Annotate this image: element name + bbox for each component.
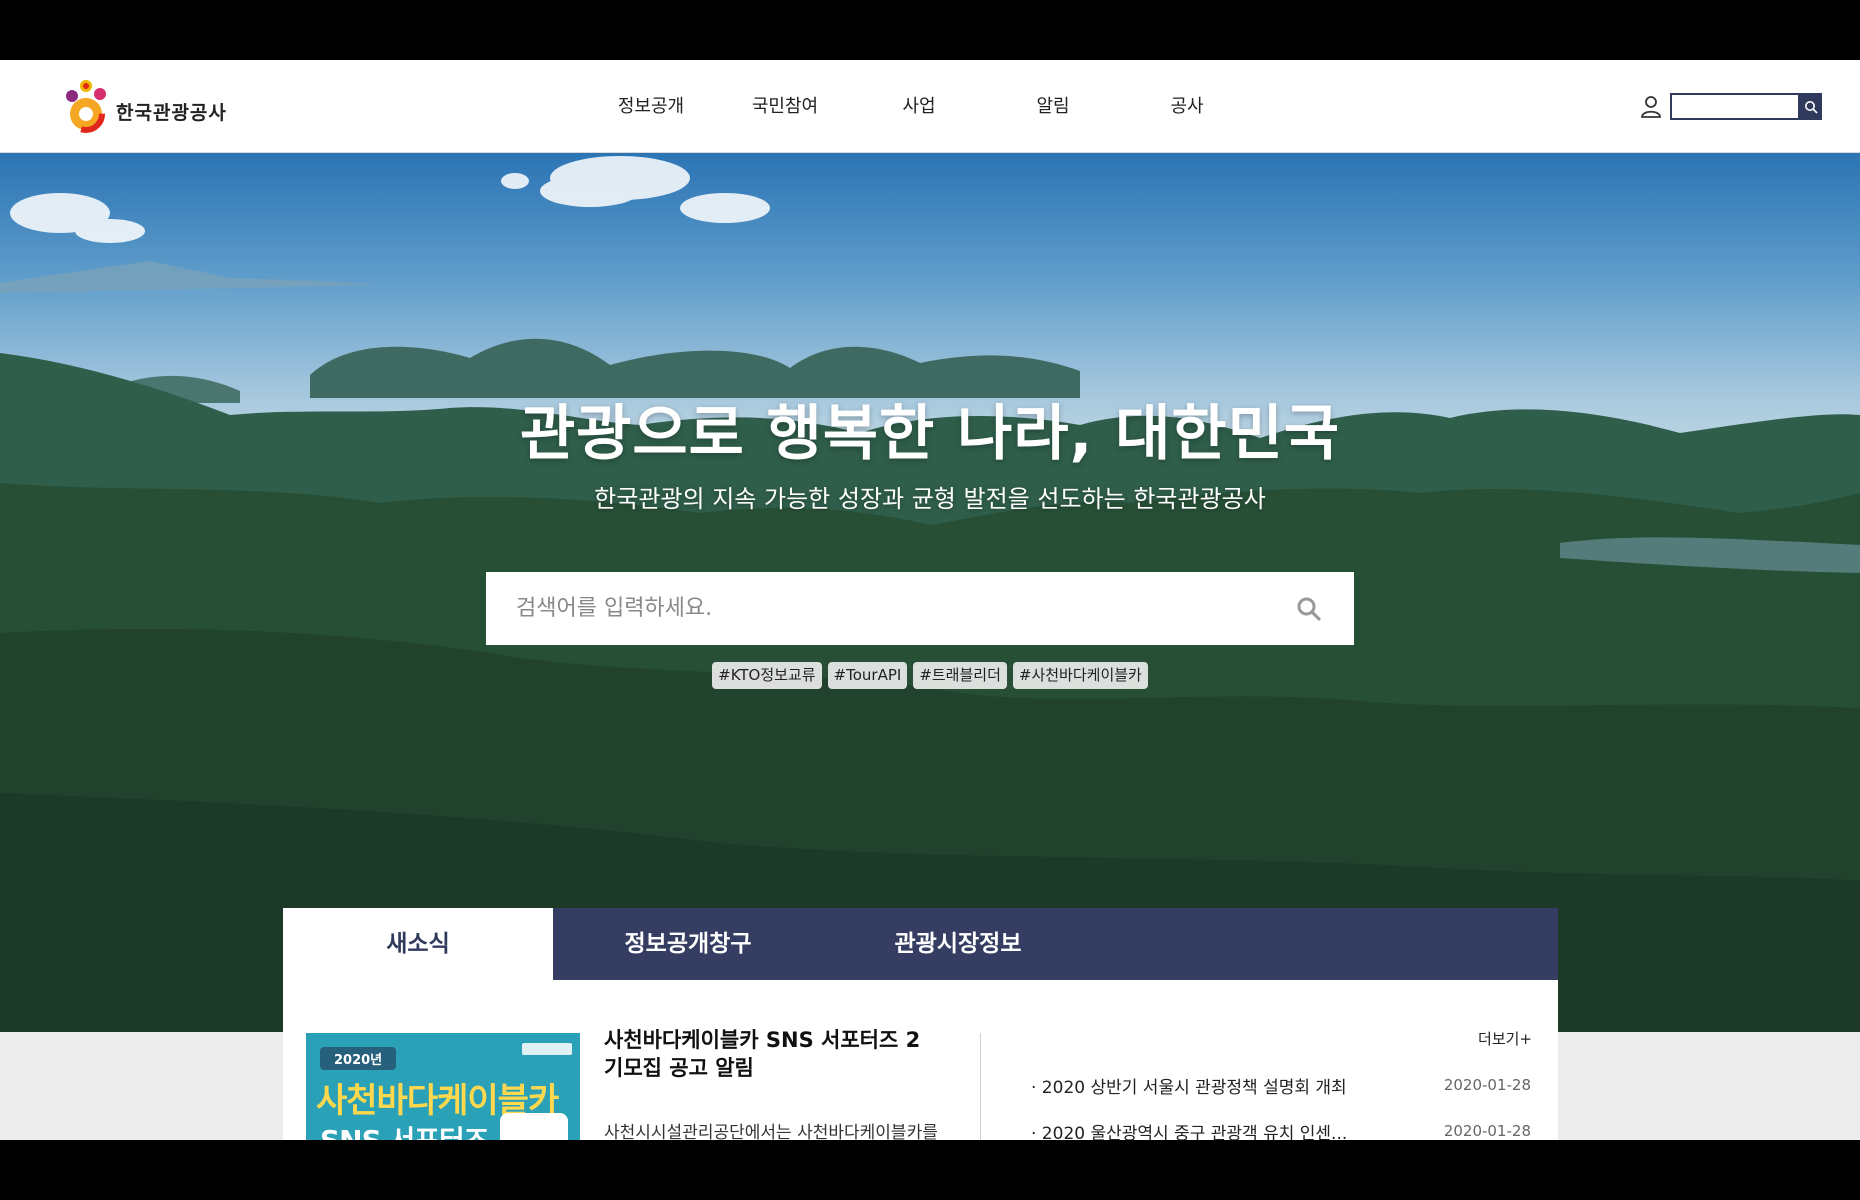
feature-summary: 사천시시설관리공단에서는 사천바다케이블카를 (604, 1123, 938, 1140)
tab-info-window[interactable]: 정보공개창구 (553, 908, 823, 980)
site-header: 한국관광공사 정보공개 국민참여 사업 알림 공사 (0, 60, 1860, 153)
global-nav: 정보공개 국민참여 사업 알림 공사 (584, 60, 1254, 153)
tab-news[interactable]: 새소식 (283, 908, 553, 980)
news-list: · 2020 상반기 서울시 관광정책 설명회 개최 2020-01-28 · … (1031, 1062, 1531, 1140)
header-utility (1638, 93, 1822, 120)
thumbnail-year-badge: 2020년 (320, 1047, 397, 1070)
header-search-input[interactable] (1670, 93, 1800, 120)
more-link[interactable]: 더보기+ (1478, 1028, 1532, 1049)
news-panel: 새소식 정보공개창구 관광시장정보 2020년 사천바다케이블카 SNS 서포터… (283, 908, 1558, 1140)
hero-search-button[interactable] (1264, 572, 1354, 645)
hero-search-input[interactable] (486, 572, 1264, 645)
nav-item-participation[interactable]: 국민참여 (718, 60, 852, 153)
thumbnail-subheadline: SNS 서포터즈 (320, 1119, 490, 1140)
feature-title[interactable]: 사천바다케이블카 SNS 서포터즈 2기모집 공고 알림 (604, 1026, 924, 1082)
news-tabs: 새소식 정보공개창구 관광시장정보 (283, 908, 1558, 980)
list-item: · 2020 울산광역시 중구 관광객 유치 인센... 2020-01-28 (1031, 1108, 1531, 1140)
thumbnail-logo (522, 1043, 572, 1055)
user-icon[interactable] (1638, 94, 1664, 120)
hashtag-travel-leader[interactable]: #트래블리더 (913, 662, 1007, 689)
news-title[interactable]: · 2020 울산광역시 중구 관광객 유치 인센... (1031, 1119, 1381, 1141)
news-date: 2020-01-28 (1443, 1122, 1531, 1140)
news-date: 2020-01-28 (1443, 1076, 1531, 1094)
search-icon (1805, 100, 1818, 114)
hashtag-kto[interactable]: #KTO정보교류 (712, 662, 822, 689)
nav-item-business[interactable]: 사업 (852, 60, 986, 153)
browser-viewport: 한국관광공사 정보공개 국민참여 사업 알림 공사 관광으로 행복한 나라, 대… (0, 60, 1860, 1140)
header-search-button[interactable] (1800, 93, 1822, 120)
hashtag-list: #KTO정보교류 #TourAPI #트래블리더 #사천바다케이블카 (0, 662, 1860, 689)
hero-search-box (486, 572, 1354, 645)
thumbnail-phone-graphic (500, 1113, 568, 1140)
hashtag-tourapi[interactable]: #TourAPI (827, 662, 908, 689)
hero-subtitle: 한국관광의 지속 가능한 성장과 균형 발전을 선도하는 한국관광공사 (594, 485, 1266, 513)
search-icon (1297, 597, 1321, 621)
kto-logo-icon (66, 80, 106, 133)
site-logo[interactable]: 한국관광공사 (62, 76, 227, 136)
nav-item-company[interactable]: 공사 (1120, 60, 1254, 153)
nav-item-info-disclosure[interactable]: 정보공개 (584, 60, 718, 153)
panel-divider (980, 1033, 981, 1140)
hero-banner: 관광으로 행복한 나라, 대한민국 한국관광의 지속 가능한 성장과 균형 발전… (0, 153, 1860, 1032)
list-item: · 2020 상반기 서울시 관광정책 설명회 개최 2020-01-28 (1031, 1062, 1531, 1108)
news-title[interactable]: · 2020 상반기 서울시 관광정책 설명회 개최 (1031, 1073, 1381, 1098)
tab-market-info[interactable]: 관광시장정보 (823, 908, 1093, 980)
nav-item-notice[interactable]: 알림 (986, 60, 1120, 153)
hashtag-sacheon-cablecar[interactable]: #사천바다케이블카 (1012, 662, 1148, 689)
hero-title: 관광으로 행복한 나라, 대한민국 (519, 399, 1341, 469)
feature-thumbnail[interactable]: 2020년 사천바다케이블카 SNS 서포터즈 (306, 1033, 580, 1140)
brand-name: 한국관광공사 (116, 101, 227, 124)
